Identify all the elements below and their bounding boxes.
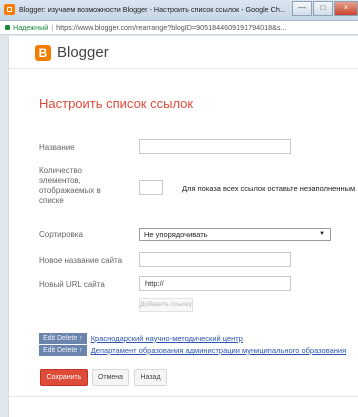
link-row: Edit Delete ↑ Департамент образования адм… (39, 345, 346, 356)
count-input[interactable] (139, 180, 163, 195)
minimize-button[interactable]: — (292, 1, 312, 16)
address-separator: | (51, 23, 54, 32)
edit-delete-buttons[interactable]: Edit Delete ↑ (39, 345, 87, 356)
new-site-name-label: Новое название сайта (39, 256, 123, 265)
blogger-app-icon (4, 4, 15, 15)
blogger-logo-icon[interactable]: B (35, 45, 51, 61)
add-link-button[interactable]: Добавить ссылку (139, 298, 193, 312)
save-button[interactable]: Сохранить (40, 369, 88, 386)
blogger-logo-letter: B (38, 46, 48, 60)
count-label: Количество элементов, отображаемых в спи… (39, 166, 101, 205)
new-url-input[interactable]: http:// (139, 276, 291, 291)
new-url-label: Новый URL сайта (39, 280, 105, 289)
blogger-header: B Blogger (9, 36, 358, 69)
count-hint: Для показа всех ссылок оставьте незаполн… (182, 184, 356, 193)
link-row: Edit Delete ↑ Краснодарский научно-методи… (39, 333, 243, 344)
name-label: Название (39, 143, 75, 152)
sort-select[interactable]: Не упорядочивать ▼ (139, 228, 331, 241)
footer-divider (9, 396, 358, 397)
page-title: Настроить список ссылок (39, 96, 194, 111)
link-item[interactable]: Краснодарский научно-методический центр (91, 333, 243, 344)
sort-label: Сортировка (39, 230, 83, 239)
dropdown-arrow-icon: ▼ (319, 231, 325, 237)
sort-selected-value: Не упорядочивать (144, 230, 208, 239)
back-button[interactable]: Назад (134, 369, 167, 386)
name-input[interactable] (139, 139, 291, 154)
window-title: Blogger: изучаем возможности Blogger - Н… (19, 5, 286, 14)
window-titlebar: Blogger: изучаем возможности Blogger - Н… (0, 0, 358, 21)
address-bar[interactable]: Надежный | https://www.blogger.com/rearran… (0, 21, 358, 35)
close-button[interactable]: × (334, 1, 358, 16)
link-item[interactable]: Департамент образования администрации му… (91, 345, 346, 356)
secure-label: Надежный (13, 23, 49, 32)
lock-icon (5, 24, 10, 30)
new-site-name-input[interactable] (139, 252, 291, 267)
edit-delete-buttons[interactable]: Edit Delete ↑ (39, 333, 87, 344)
url-text[interactable]: https://www.blogger.com/rearrange?blogID… (56, 23, 286, 32)
maximize-button[interactable]: □ (313, 1, 333, 16)
window-controls: — □ × (291, 1, 358, 16)
page-content: B Blogger Настроить список ссылок Назван… (8, 36, 358, 417)
cancel-button[interactable]: Отмена (92, 369, 129, 386)
brand-name[interactable]: Blogger (57, 44, 109, 61)
